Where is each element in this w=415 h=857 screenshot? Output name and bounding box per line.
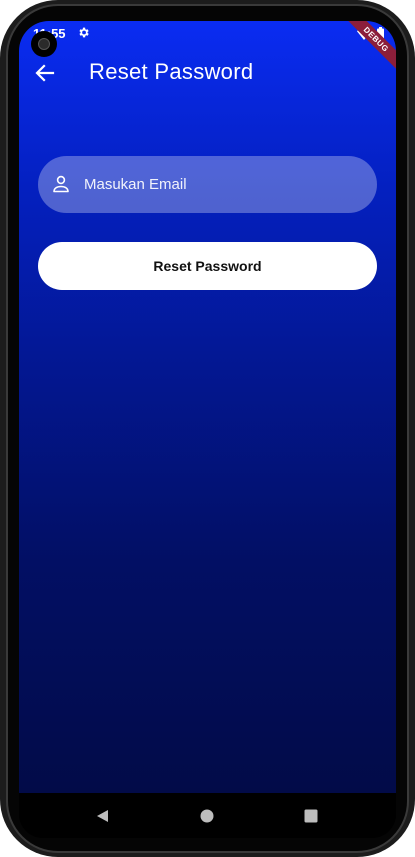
app-bar: Reset Password [19,49,396,97]
nav-recents-button[interactable] [281,793,341,838]
settings-gear-icon [79,27,89,38]
nav-home-button[interactable] [177,793,237,838]
reset-password-button[interactable]: Reset Password [38,242,377,290]
arrow-left-icon [35,64,55,82]
reset-password-screen: 11:55 DEBUG [19,21,396,793]
back-button[interactable] [31,59,59,87]
phone-frame: 11:55 DEBUG [0,0,415,857]
system-nav-bar [19,793,396,838]
email-field[interactable] [38,156,377,213]
status-bar: 11:55 [19,21,396,45]
person-icon [53,175,69,193]
email-input[interactable] [84,156,364,213]
page-title: Reset Password [89,59,254,84]
home-circle-icon [200,809,214,822]
back-triangle-icon [97,809,108,822]
front-camera [31,31,57,57]
phone-screen: 11:55 DEBUG [19,21,396,838]
nav-back-button[interactable] [73,793,133,838]
recents-square-icon [304,809,318,822]
